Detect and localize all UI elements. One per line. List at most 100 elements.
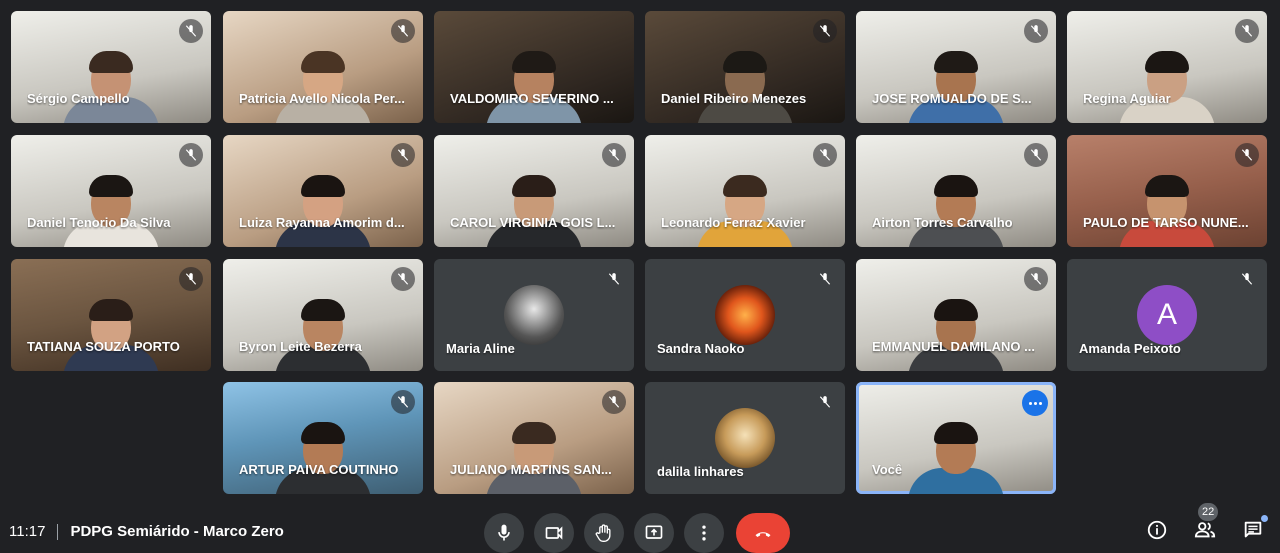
avatar (504, 285, 564, 345)
participant-video (63, 171, 159, 247)
mic-off-icon (179, 143, 203, 167)
participant-name: Sandra Naoko (657, 341, 745, 356)
meeting-details-button[interactable] (1144, 517, 1170, 543)
mic-off-icon (391, 19, 415, 43)
participant-tile[interactable]: Daniel Ribeiro Menezes (645, 11, 845, 123)
participant-tile[interactable]: Byron Leite Bezerra (223, 259, 423, 371)
participant-video (908, 295, 1004, 371)
participant-video (486, 418, 582, 494)
avatar (715, 285, 775, 345)
unread-indicator (1261, 515, 1268, 522)
participant-tile[interactable]: A Amanda Peixoto (1067, 259, 1267, 371)
participant-tile[interactable]: Airton Torres Carvalho (856, 135, 1056, 247)
people-icon (1194, 522, 1216, 538)
mic-off-icon (179, 19, 203, 43)
participant-video (275, 418, 371, 494)
participant-name: Você (872, 462, 903, 477)
participant-video (486, 47, 582, 123)
mic-off-icon (1235, 19, 1259, 43)
participant-tile[interactable]: Leonardo Ferraz Xavier (645, 135, 845, 247)
participant-name: Daniel Tenorio Da Silva (27, 215, 171, 230)
participant-tile[interactable]: Regina Aguiar (1067, 11, 1267, 123)
participant-tile[interactable]: VALDOMIRO SEVERINO ... (434, 11, 634, 123)
mic-off-icon (813, 19, 837, 43)
participant-video (697, 47, 793, 123)
participant-video (275, 171, 371, 247)
participant-tile[interactable]: Patricia Avello Nicola Per... (223, 11, 423, 123)
mic-off-icon (1024, 143, 1048, 167)
participant-grid: Sérgio Campello Patricia Avello Nicola P… (0, 0, 1280, 505)
participant-name: PAULO DE TARSO NUNE... (1083, 215, 1249, 230)
participant-name: Byron Leite Bezerra (239, 339, 362, 354)
mic-off-icon (1024, 267, 1048, 291)
side-panel-controls: 22 (1144, 503, 1268, 543)
participant-name: VALDOMIRO SEVERINO ... (450, 91, 614, 106)
participant-tile[interactable]: TATIANA SOUZA PORTO (11, 259, 211, 371)
divider (57, 523, 59, 540)
bottom-bar: 11:17 PDPG Semiárido - Marco Zero 22 (0, 503, 1280, 553)
avatar: A (1137, 285, 1197, 345)
participant-video (908, 418, 1004, 494)
people-button[interactable]: 22 (1192, 503, 1219, 543)
raise-hand-button[interactable] (584, 513, 624, 553)
more-options-button[interactable] (684, 513, 724, 553)
camera-button[interactable] (534, 513, 574, 553)
hangup-icon (755, 532, 771, 537)
participant-video (1119, 171, 1215, 247)
more-options-icon[interactable] (1022, 390, 1048, 416)
present-screen-icon (645, 525, 663, 539)
participant-name: Airton Torres Carvalho (872, 215, 1013, 230)
participant-video (275, 295, 371, 371)
participant-tile[interactable]: JOSE ROMUALDO DE S... (856, 11, 1056, 123)
participant-video (1119, 47, 1215, 123)
participant-video (63, 47, 159, 123)
participant-name: Daniel Ribeiro Menezes (661, 91, 807, 106)
participant-name: Patricia Avello Nicola Per... (239, 91, 405, 106)
participant-name: Luiza Rayanna Amorim d... (239, 215, 405, 230)
mic-off-icon (602, 390, 626, 414)
info-icon (1147, 520, 1167, 540)
participant-tile[interactable]: Daniel Tenorio Da Silva (11, 135, 211, 247)
participant-tile[interactable]: Sandra Naoko (645, 259, 845, 371)
participant-name: Sérgio Campello (27, 91, 130, 106)
self-view-tile[interactable]: Você (856, 382, 1056, 494)
mic-off-icon (391, 143, 415, 167)
mic-off-icon (391, 390, 415, 414)
participant-tile[interactable]: ARTUR PAIVA COUTINHO (223, 382, 423, 494)
participant-name: Maria Aline (446, 341, 515, 356)
leave-call-button[interactable] (736, 513, 790, 553)
participant-tile[interactable]: Maria Aline (434, 259, 634, 371)
meeting-title: PDPG Semiárido - Marco Zero (70, 523, 284, 540)
participant-count-badge: 22 (1198, 503, 1219, 521)
participant-tile[interactable]: Luiza Rayanna Amorim d... (223, 135, 423, 247)
participant-tile[interactable]: PAULO DE TARSO NUNE... (1067, 135, 1267, 247)
participant-name: EMMANUEL DAMILANO ... (872, 339, 1035, 354)
hand-icon (595, 524, 611, 542)
participant-video (63, 295, 159, 371)
mic-off-icon (391, 267, 415, 291)
microphone-icon (498, 524, 510, 541)
participant-tile[interactable]: dalila linhares (645, 382, 845, 494)
mic-off-icon (1235, 143, 1259, 167)
participant-tile[interactable]: JULIANO MARTINS SAN... (434, 382, 634, 494)
participant-tile[interactable]: CAROL VIRGINIA GOIS L... (434, 135, 634, 247)
participant-tile[interactable]: EMMANUEL DAMILANO ... (856, 259, 1056, 371)
mic-off-icon (602, 143, 626, 167)
participant-video (697, 171, 793, 247)
mic-off-icon (813, 143, 837, 167)
more-vert-icon (702, 525, 706, 541)
participant-video (908, 171, 1004, 247)
present-button[interactable] (634, 513, 674, 553)
meeting-info: 11:17 PDPG Semiárido - Marco Zero (9, 523, 284, 540)
chat-icon (1244, 521, 1262, 538)
call-controls (484, 513, 790, 553)
participant-tile[interactable]: Sérgio Campello (11, 11, 211, 123)
mic-off-icon (1024, 19, 1048, 43)
camera-icon (545, 526, 563, 540)
participant-name: dalila linhares (657, 464, 744, 479)
participant-video (275, 47, 371, 123)
microphone-button[interactable] (484, 513, 524, 553)
chat-button[interactable] (1240, 515, 1268, 543)
participant-name: ARTUR PAIVA COUTINHO (239, 462, 399, 477)
participant-name: Amanda Peixoto (1079, 341, 1181, 356)
